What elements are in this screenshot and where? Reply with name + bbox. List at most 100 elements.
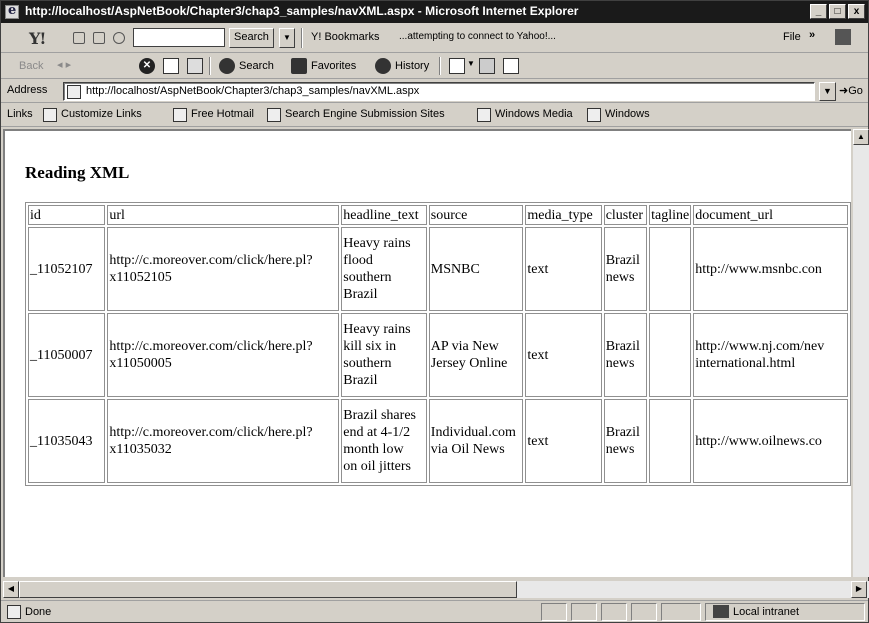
- cell-source: AP via New Jersey Online: [428, 313, 524, 397]
- file-menu[interactable]: File: [783, 31, 801, 43]
- status-pane: [541, 603, 567, 621]
- address-input[interactable]: http://localhost/AspNetBook/Chapter3/cha…: [63, 82, 815, 101]
- favorites-button[interactable]: Favorites: [291, 57, 356, 75]
- table-row: _11050007 http://c.moreover.com/click/he…: [28, 313, 848, 397]
- search-small-icon[interactable]: [113, 32, 125, 44]
- home-icon[interactable]: [187, 58, 203, 74]
- document-url-line: http://www.oilnews.co: [695, 433, 822, 449]
- page-done-icon: [7, 605, 21, 619]
- status-pane: [661, 603, 701, 621]
- source-line: via Oil News: [430, 442, 505, 457]
- minimize-button[interactable]: _: [810, 4, 827, 19]
- cell-media-type: text: [525, 313, 602, 397]
- page-content: Reading XML id url headline_text source …: [3, 129, 851, 577]
- search-icon: [219, 58, 235, 74]
- headline-line: flood: [343, 253, 373, 268]
- cell-source: Individual.com via Oil News: [428, 399, 524, 483]
- page-title: Reading XML: [25, 163, 130, 182]
- address-dropdown-icon[interactable]: ▼: [819, 82, 836, 101]
- source-line: Jersey Online: [430, 356, 508, 371]
- yahoo-bookmarks-button[interactable]: Y! Bookmarks: [311, 31, 379, 43]
- cell-url: http://c.moreover.com/click/here.pl? x110…: [107, 227, 340, 311]
- link-customize-links[interactable]: Customize Links: [43, 108, 142, 122]
- column-header: url: [107, 205, 340, 225]
- toolbar-overflow-icon[interactable]: »: [809, 29, 815, 41]
- scroll-right-icon[interactable]: ▶: [851, 581, 867, 598]
- table-row: _11052107 http://c.moreover.com/click/he…: [28, 227, 848, 311]
- links-label: Links: [7, 108, 33, 120]
- horizontal-scrollbar[interactable]: ◀ ▶: [3, 581, 869, 598]
- link-windows-media[interactable]: Windows Media: [477, 108, 573, 122]
- link-page-icon: [477, 108, 491, 122]
- column-header: id: [28, 205, 106, 225]
- cell-id: _11052107: [28, 227, 106, 311]
- edit-icon[interactable]: [503, 58, 519, 74]
- history-button[interactable]: History: [375, 57, 429, 75]
- mail-icon[interactable]: [449, 58, 465, 74]
- address-url[interactable]: http://localhost/AspNetBook/Chapter3/cha…: [86, 85, 419, 97]
- chevron-down-icon[interactable]: ▼: [279, 28, 295, 48]
- link-windows[interactable]: Windows: [587, 108, 650, 122]
- cell-headline: Heavy rains flood southern Brazil: [341, 227, 427, 311]
- cluster-line: news: [605, 442, 635, 457]
- link-page-icon: [267, 108, 281, 122]
- headline-line: Brazil shares: [343, 408, 416, 423]
- stop-icon[interactable]: ✕: [139, 58, 155, 74]
- headline-line: on oil jitters: [343, 459, 411, 474]
- column-header: cluster: [603, 205, 648, 225]
- cluster-line: news: [605, 270, 635, 285]
- cell-id: _11050007: [28, 313, 106, 397]
- windows-logo-icon: [835, 29, 851, 45]
- headline-line: end at 4-1/2: [343, 425, 411, 440]
- scroll-left-icon[interactable]: ◀: [3, 581, 19, 598]
- print-icon[interactable]: [479, 58, 495, 74]
- lock-icon[interactable]: [93, 32, 105, 44]
- source-line: AP via New: [430, 339, 499, 354]
- window-controls: _ □ x: [810, 4, 865, 19]
- cluster-line: Brazil: [605, 425, 640, 440]
- pen-icon[interactable]: [73, 32, 85, 44]
- chevron-down-icon[interactable]: ▼: [467, 59, 475, 68]
- address-toolbar: Address http://localhost/AspNetBook/Chap…: [1, 79, 868, 103]
- yahoo-search-input[interactable]: [133, 28, 225, 47]
- link-free-hotmail[interactable]: Free Hotmail: [173, 108, 254, 122]
- search-button[interactable]: Search: [219, 57, 274, 75]
- url-line: http://c.moreover.com/click/here.pl?: [109, 425, 313, 440]
- link-search-engine-submission[interactable]: Search Engine Submission Sites: [267, 108, 445, 122]
- history-icon: [375, 58, 391, 74]
- scroll-up-icon[interactable]: ▲: [853, 129, 869, 145]
- refresh-icon[interactable]: [163, 58, 179, 74]
- cell-cluster: Brazil news: [603, 313, 648, 397]
- cell-url: http://c.moreover.com/click/here.pl? x110…: [107, 399, 340, 483]
- cell-tagline: [649, 399, 692, 483]
- cell-tagline: [649, 313, 692, 397]
- document-url-line: international.html: [695, 356, 796, 371]
- close-button[interactable]: x: [848, 4, 865, 19]
- cell-cluster: Brazil news: [603, 227, 648, 311]
- link-page-icon: [587, 108, 601, 122]
- status-pane: [631, 603, 657, 621]
- horizontal-scroll-thumb[interactable]: [19, 581, 517, 598]
- cluster-line: Brazil: [605, 253, 640, 268]
- url-line: x11050005: [109, 356, 172, 371]
- toolbar-divider: [301, 28, 303, 48]
- column-header: media_type: [525, 205, 602, 225]
- vertical-scrollbar[interactable]: ▲: [853, 129, 869, 577]
- cell-media-type: text: [525, 399, 602, 483]
- back-button[interactable]: Back: [19, 60, 43, 72]
- back-arrow-icon[interactable]: ◂ ▸: [57, 58, 71, 71]
- url-line: x11035032: [109, 442, 172, 457]
- table-row: _11035043 http://c.moreover.com/click/he…: [28, 399, 848, 483]
- yahoo-search-button[interactable]: Search: [229, 28, 274, 48]
- status-bar: Done Local intranet: [1, 600, 868, 622]
- status-text: Done: [25, 606, 52, 618]
- link-page-icon: [173, 108, 187, 122]
- maximize-button[interactable]: □: [829, 4, 846, 19]
- headline-line: Heavy rains: [343, 236, 411, 251]
- security-zone-label: Local intranet: [733, 606, 800, 618]
- cell-source: MSNBC: [428, 227, 524, 311]
- address-label: Address: [7, 84, 48, 96]
- headline-line: southern: [343, 270, 392, 285]
- yahoo-logo-icon[interactable]: Y!: [29, 29, 46, 48]
- go-button[interactable]: ➜Go: [839, 84, 863, 97]
